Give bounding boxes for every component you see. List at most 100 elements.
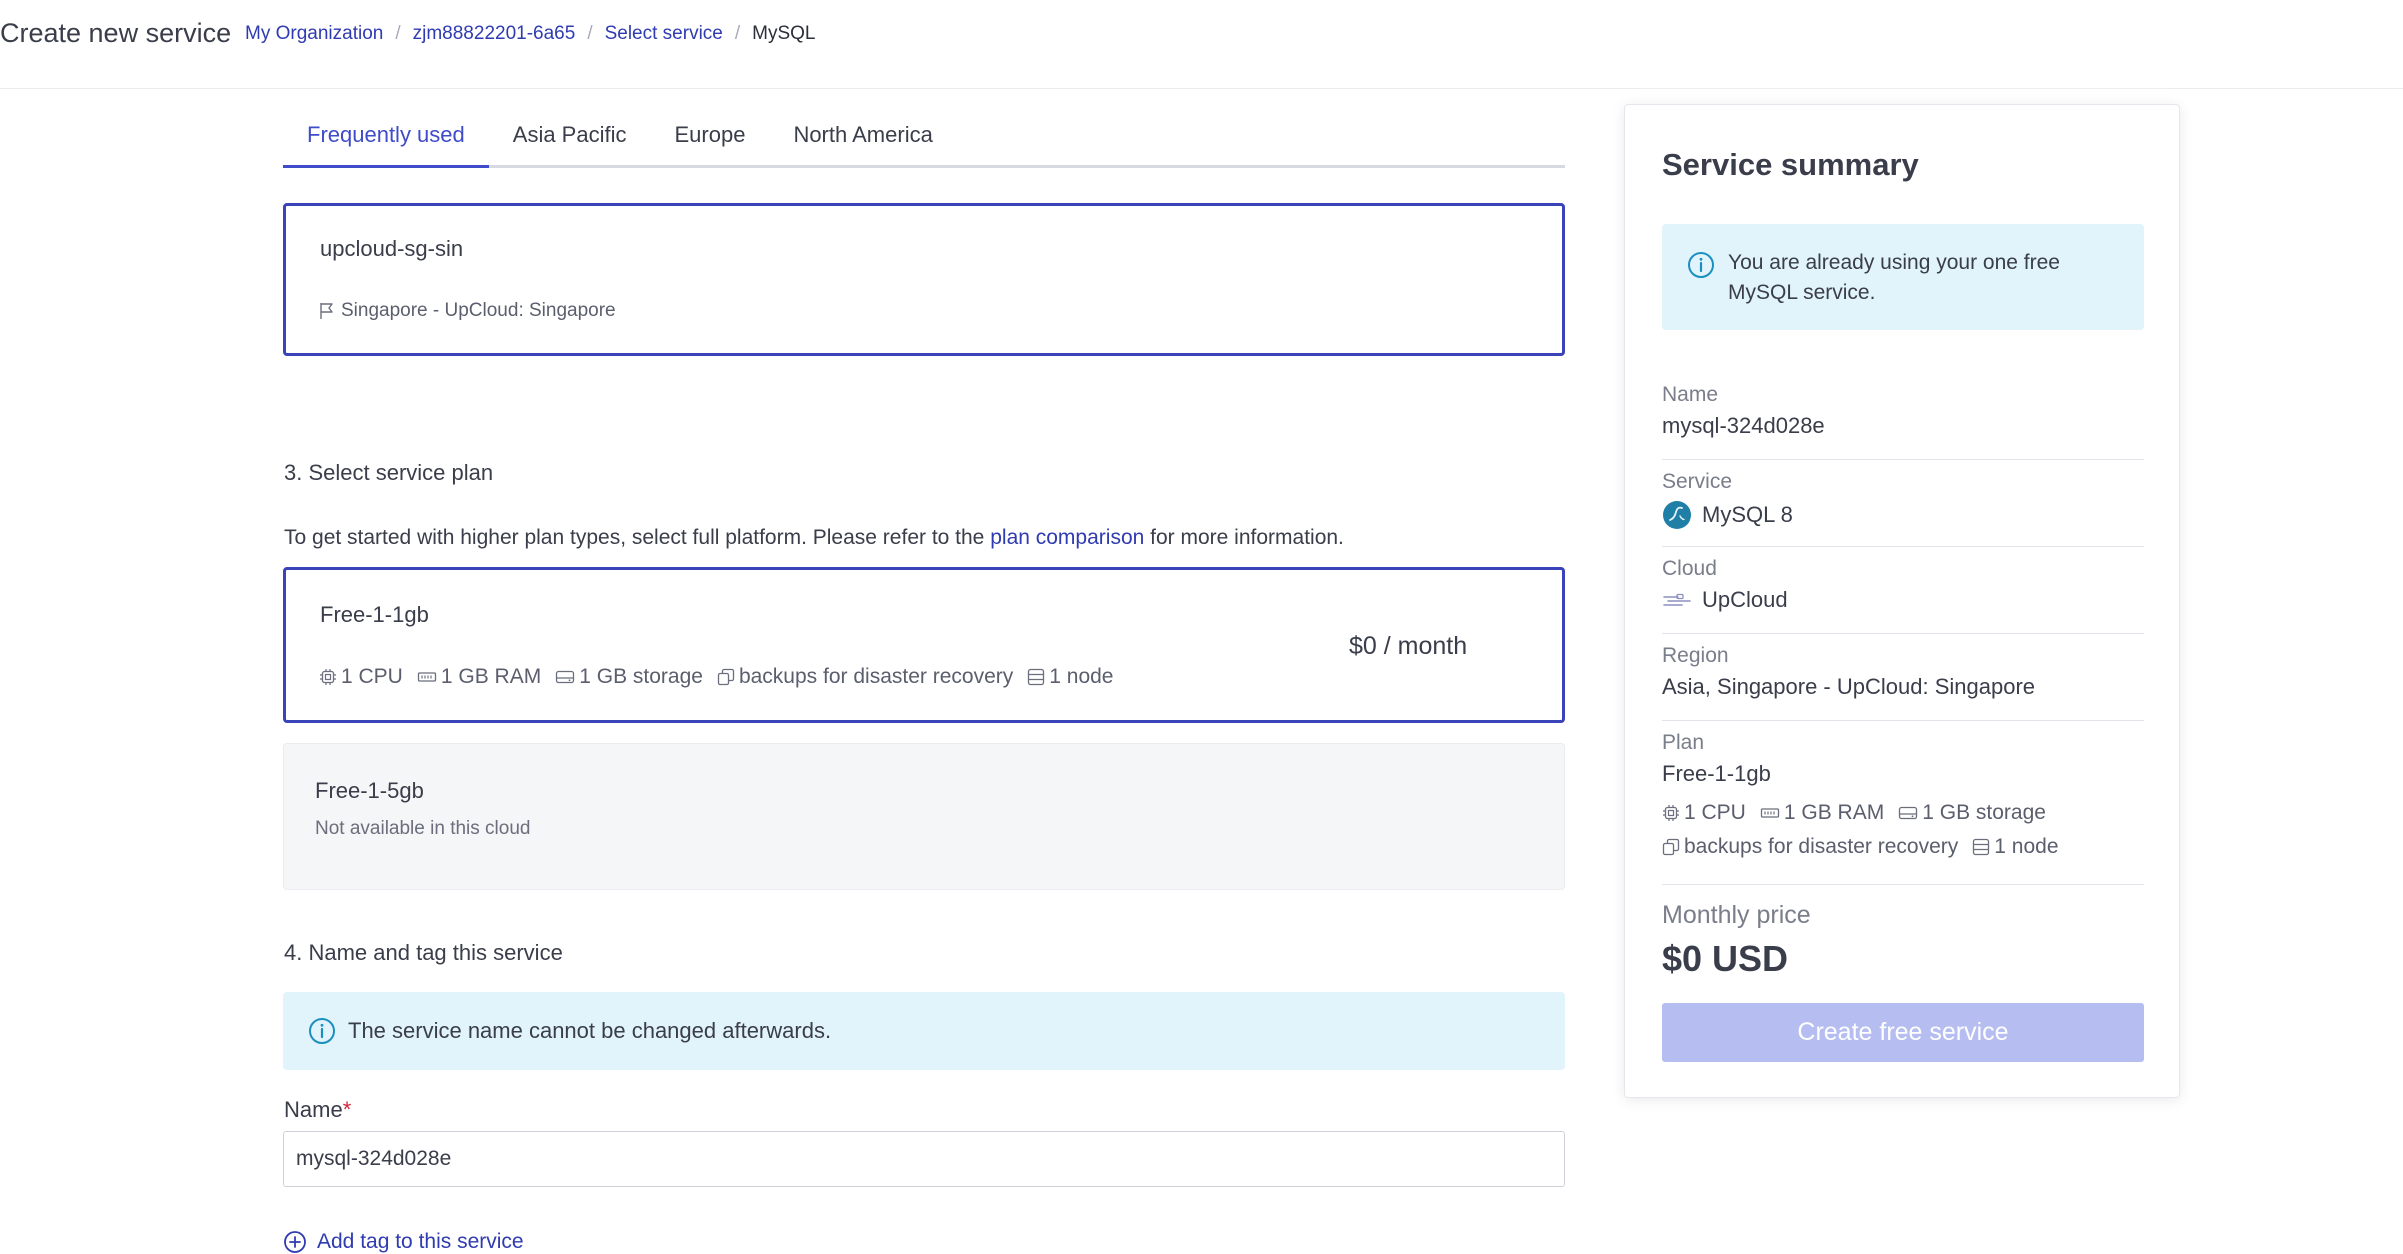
summary-service-label: Service (1662, 470, 1733, 493)
plan-name: Free-1-5gb (315, 778, 424, 803)
add-tag-text: Add tag to this service (317, 1230, 524, 1253)
summary-plan-row: Plan Free-1-1gb 1 CPU 1 GB RAM 1 GB stor… (1662, 731, 2144, 885)
ram-icon (1760, 808, 1780, 818)
breadcrumb-project[interactable]: zjm88822201-6a65 (413, 23, 576, 45)
plan-info-prefix: To get started with higher plan types, s… (284, 526, 985, 549)
spec-ram-text: 1 GB RAM (440, 665, 542, 688)
plan-info-suffix: for more information. (1150, 526, 1344, 549)
summary-region-value: Asia, Singapore - UpCloud: Singapore (1662, 674, 2036, 699)
breadcrumb: My Organization / zjm88822201-6a65 / Sel… (245, 23, 816, 45)
region-name: upcloud-sg-sin (320, 236, 464, 261)
cpu-icon (320, 669, 336, 685)
plan-price: $0 / month (1349, 632, 1468, 660)
spec-storage-text: 1 GB storage (579, 665, 703, 688)
summary-cloud-label: Cloud (1662, 557, 1717, 580)
breadcrumb-select-service[interactable]: Select service (605, 23, 723, 45)
plan-unavailable-note: Not available in this cloud (315, 818, 531, 839)
summary-region-label: Region (1662, 644, 1729, 667)
spec-storage: 1 GB storage (1898, 801, 2046, 825)
summary-service-text: MySQL 8 (1702, 502, 1793, 527)
region-location: Singapore - UpCloud: Singapore (319, 300, 616, 322)
summary-cloud-value: UpCloud (1662, 587, 2144, 613)
spec-ram-text: 1 GB RAM (1783, 801, 1885, 824)
breadcrumb-organization[interactable]: My Organization (245, 23, 383, 45)
info-icon (309, 1018, 335, 1044)
region-card-upcloud-sg-sin[interactable]: upcloud-sg-sin Singapore - UpCloud: Sing… (283, 203, 1565, 356)
summary-plan-specs-2: backups for disaster recovery 1 node (1662, 835, 2144, 859)
required-mark: * (342, 1097, 352, 1122)
backups-icon (717, 668, 735, 686)
region-tabs: Frequently used Asia Pacific Europe Nort… (283, 105, 1565, 168)
summary-info-banner: You are already using your one free MySQ… (1662, 224, 2144, 330)
summary-region-row: Region Asia, Singapore - UpCloud: Singap… (1662, 644, 2144, 721)
spec-cpu: 1 CPU (1662, 801, 1746, 825)
spec-backups-text: backups for disaster recovery (1684, 835, 1959, 858)
name-field-label: Name* (284, 1097, 351, 1123)
summary-cloud-row: Cloud UpCloud (1662, 557, 2144, 634)
breadcrumb-current: MySQL (752, 23, 816, 44)
summary-title: Service summary (1662, 147, 1919, 182)
spec-cpu: 1 CPU (319, 665, 403, 689)
tab-frequently-used[interactable]: Frequently used (283, 105, 489, 168)
spec-nodes: 1 node (1972, 835, 2059, 859)
tab-north-america[interactable]: North America (769, 105, 956, 165)
node-icon (1973, 838, 1990, 856)
create-free-service-button[interactable]: Create free service (1662, 1003, 2144, 1062)
breadcrumb-separator: / (395, 23, 401, 44)
breadcrumb-separator: / (587, 23, 593, 44)
breadcrumb-separator: / (734, 23, 741, 44)
add-tag-button[interactable]: Add tag to this service (283, 1230, 524, 1254)
node-icon (1028, 668, 1045, 686)
plan-name: Free-1-1gb (320, 602, 429, 627)
service-name-input[interactable] (283, 1131, 1565, 1187)
monthly-price-label: Monthly price (1662, 901, 1811, 929)
summary-cloud-text: UpCloud (1702, 587, 1788, 612)
ram-icon (417, 672, 437, 682)
flag-icon (320, 303, 333, 319)
spec-backups-text: backups for disaster recovery (738, 665, 1014, 688)
plan-section-title: 3. Select service plan (284, 460, 494, 485)
storage-icon (556, 670, 575, 684)
spec-backups: backups for disaster recovery (717, 665, 1013, 689)
summary-info-text: You are already using your one free MySQ… (1728, 251, 2060, 304)
summary-plan-value: Free-1-1gb (1662, 761, 1771, 786)
name-section-title: 4. Name and tag this service (284, 940, 563, 965)
spec-ram: 1 GB RAM (417, 665, 541, 689)
summary-service-row: Service MySQL 8 (1662, 470, 2144, 547)
plan-specs: 1 CPU 1 GB RAM 1 GB storage backups for … (319, 665, 1127, 689)
page-title: Create new service (0, 18, 232, 48)
plan-card-free-1-1gb[interactable]: Free-1-1gb $0 / month 1 CPU 1 GB RAM 1 G… (283, 567, 1565, 723)
region-location-text: Singapore - UpCloud: Singapore (341, 300, 616, 321)
tab-europe[interactable]: Europe (650, 105, 769, 165)
plan-card-free-1-5gb: Free-1-5gb Not available in this cloud (283, 743, 1565, 890)
summary-name-label: Name (1662, 383, 1719, 406)
storage-icon (1899, 806, 1918, 820)
summary-plan-specs: 1 CPU 1 GB RAM 1 GB storage (1662, 801, 2144, 825)
plus-circle-icon (284, 1231, 306, 1253)
spec-storage: 1 GB storage (555, 665, 703, 689)
summary-name-value: mysql-324d028e (1662, 413, 1825, 438)
name-label-text: Name (284, 1097, 343, 1122)
info-icon (1688, 252, 1714, 278)
service-summary-panel: Service summary You are already using yo… (1624, 104, 2180, 1098)
monthly-price-value: $0 USD (1662, 938, 1789, 979)
spec-backups: backups for disaster recovery (1662, 835, 1958, 859)
upcloud-icon (1663, 593, 1691, 606)
name-info-banner: The service name cannot be changed after… (283, 992, 1565, 1070)
spec-nodes-text: 1 node (1049, 665, 1114, 688)
summary-plan-label: Plan (1662, 731, 1705, 754)
spec-nodes-text: 1 node (1994, 835, 2059, 858)
cpu-icon (1663, 805, 1679, 821)
mysql-icon (1663, 501, 1691, 529)
spec-ram: 1 GB RAM (1760, 801, 1884, 825)
spec-cpu-text: 1 CPU (1684, 801, 1746, 824)
plan-comparison-link[interactable]: plan comparison (990, 526, 1144, 549)
spec-nodes: 1 node (1027, 665, 1113, 689)
backups-icon (1662, 838, 1680, 856)
summary-name-row: Name mysql-324d028e (1662, 383, 2144, 460)
name-info-text: The service name cannot be changed after… (348, 1018, 832, 1043)
spec-cpu-text: 1 CPU (341, 665, 403, 688)
spec-storage-text: 1 GB storage (1922, 801, 2046, 824)
tab-asia-pacific[interactable]: Asia Pacific (489, 105, 651, 165)
summary-service-value: MySQL 8 (1662, 500, 2144, 530)
